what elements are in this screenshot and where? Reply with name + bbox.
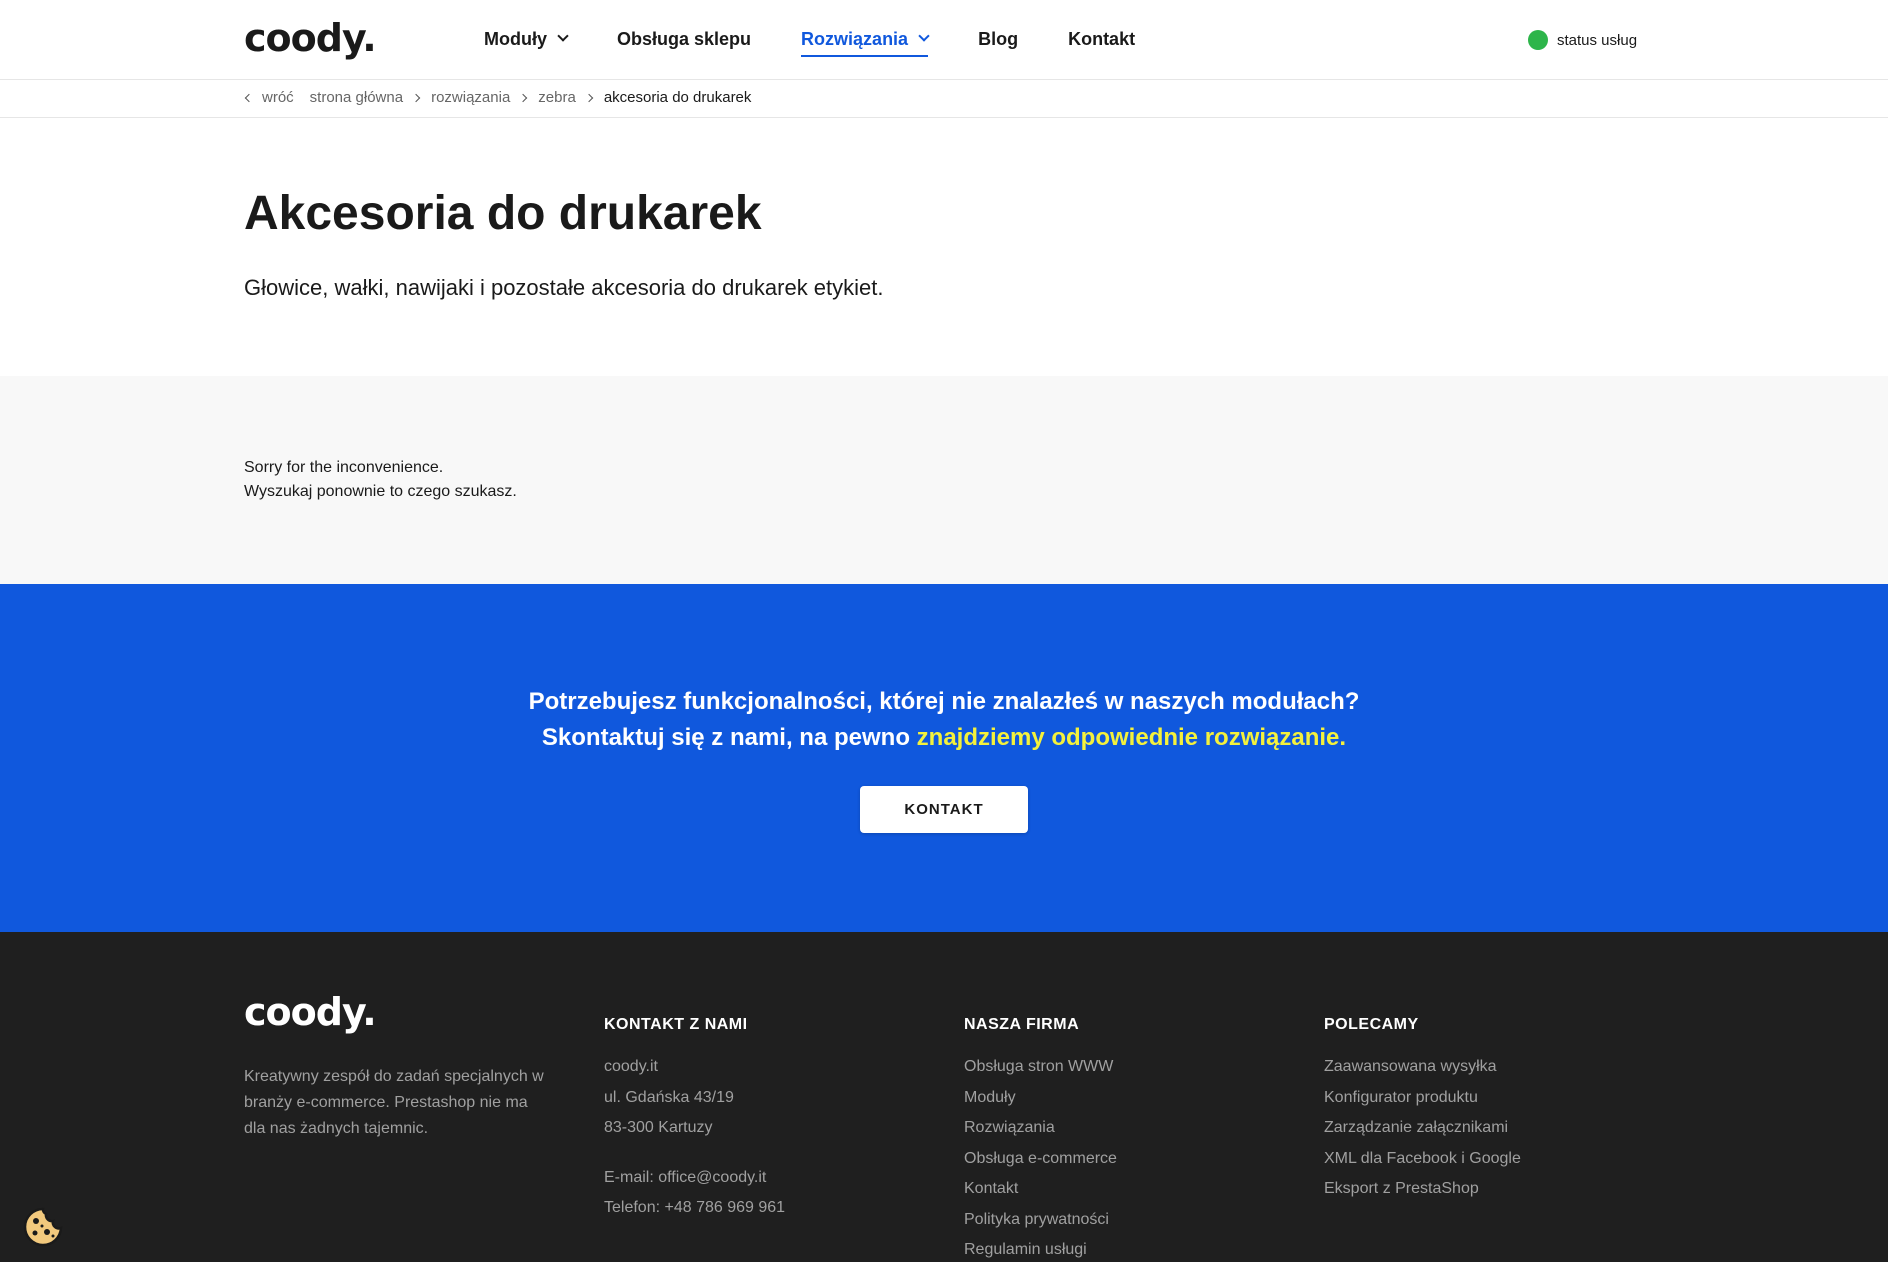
footer-link[interactable]: Rozwiązania [964, 1113, 1117, 1144]
breadcrumb-solutions-link[interactable]: rozwiązania [431, 89, 510, 106]
footer-description: Kreatywny zespół do zadań specjalnych w … [244, 1068, 544, 1137]
footer-company-name: coody.it [604, 1058, 658, 1075]
page-title: Akcesoria do drukarek [244, 187, 762, 240]
cta-text: Potrzebujesz funkcjonalności, której nie… [0, 684, 1888, 756]
contact-button[interactable]: KONTAKT [860, 786, 1028, 833]
footer-link[interactable]: Moduły [964, 1083, 1117, 1114]
page-subtitle: Głowice, wałki, nawijaki i pozostałe akc… [244, 275, 884, 300]
footer-company-column: NASZA FIRMA Obsługa stron WWW Moduły Roz… [964, 1016, 1117, 1262]
nav-item-rozwiazania[interactable]: Rozwiązania [801, 27, 930, 57]
message-line-1: Sorry for the inconvenience. [244, 459, 444, 476]
footer-link[interactable]: Obsługa e-commerce [964, 1144, 1117, 1175]
footer-contact-heading: KONTAKT Z NAMI [604, 1016, 748, 1033]
footer-link[interactable]: Polityka prywatności [964, 1205, 1117, 1236]
footer-contact-column: KONTAKT Z NAMI coody.it ul. Gdańska 43/1… [604, 1016, 785, 1224]
chevron-down-icon [557, 30, 569, 42]
contact-cta-section: Potrzebujesz funkcjonalności, której nie… [0, 584, 1888, 932]
logo-text: coody. [244, 16, 377, 60]
footer-link[interactable]: XML dla Facebook i Google [1324, 1144, 1521, 1175]
footer-company-heading: NASZA FIRMA [964, 1016, 1080, 1033]
cta-line-1: Potrzebujesz funkcjonalności, której nie… [528, 688, 1360, 715]
footer-link[interactable]: Konfigurator produktu [1324, 1083, 1521, 1114]
nav-item-moduly[interactable]: Moduły [484, 27, 569, 51]
footer-logo-text: coody. [244, 990, 377, 1034]
cookie-icon [23, 1207, 63, 1247]
nav-label: Obsługa sklepu [617, 29, 752, 49]
footer-phone-link[interactable]: Telefon: +48 786 969 961 [604, 1193, 785, 1224]
nav-item-blog[interactable]: Blog [978, 27, 1018, 51]
breadcrumb-zebra-link[interactable]: zebra [538, 89, 576, 106]
breadcrumb-back-link[interactable]: wróć [262, 89, 294, 106]
site-header: coody. Moduły Obsługa sklepu Rozwiązania… [0, 0, 1888, 80]
logo[interactable]: coody. [244, 16, 377, 60]
nav-item-kontakt[interactable]: Kontakt [1068, 27, 1135, 51]
nav-label: Kontakt [1068, 29, 1136, 49]
cta-highlight: znajdziemy odpowiednie rozwiązanie. [916, 724, 1347, 751]
nav-label: Moduły [484, 29, 547, 49]
chevron-right-icon [584, 93, 594, 102]
footer-city: 83-300 Kartuzy [604, 1119, 713, 1136]
service-status-link[interactable]: status usług [1528, 30, 1637, 50]
footer-logo[interactable]: coody. [244, 990, 377, 1034]
breadcrumb-home-link[interactable]: strona główna [310, 89, 403, 106]
chevron-left-icon [244, 93, 254, 102]
footer-link[interactable]: Zarządzanie załącznikami [1324, 1113, 1521, 1144]
breadcrumb: wróć strona główna rozwiązania zebra akc… [0, 80, 1888, 118]
footer-link[interactable]: Obsługa stron WWW [964, 1052, 1117, 1083]
footer-link[interactable]: Regulamin usługi [964, 1235, 1117, 1262]
site-footer: coody. Kreatywny zespół do zadań specjal… [0, 932, 1888, 1262]
footer-recommended-column: POLECAMY Zaawansowana wysyłka Konfigurat… [1324, 1016, 1521, 1205]
footer-recommended-heading: POLECAMY [1324, 1016, 1419, 1033]
empty-results-message: Sorry for the inconvenience. Wyszukaj po… [244, 456, 517, 504]
footer-street: ul. Gdańska 43/19 [604, 1088, 734, 1106]
status-label: status usług [1557, 31, 1638, 49]
breadcrumb-current: akcesoria do drukarek [603, 89, 752, 106]
chevron-right-icon [411, 93, 421, 102]
cta-line-2: Skontaktuj się z nami, na pewno znajdzie… [0, 720, 1888, 756]
nav-item-obsluga-sklepu[interactable]: Obsługa sklepu [617, 27, 751, 51]
message-line-2: Wyszukaj ponownie to czego szukasz. [244, 483, 517, 500]
footer-link[interactable]: Kontakt [964, 1174, 1117, 1205]
chevron-right-icon [519, 93, 528, 102]
footer-email-link[interactable]: E-mail: office@coody.it [604, 1163, 785, 1194]
empty-results-section: Sorry for the inconvenience. Wyszukaj po… [0, 376, 1888, 584]
nav-label: Rozwiązania [801, 29, 909, 49]
nav-label: Blog [978, 29, 1019, 49]
status-dot-icon [1528, 30, 1548, 50]
main-nav: Moduły Obsługa sklepu Rozwiązania Blog K… [484, 27, 1185, 57]
footer-link[interactable]: Zaawansowana wysyłka [1324, 1052, 1521, 1083]
footer-link[interactable]: Eksport z PrestaShop [1324, 1174, 1521, 1205]
cookie-settings-button[interactable] [22, 1206, 64, 1248]
cta-line-2-start: Skontaktuj się z nami, na pewno [541, 724, 910, 751]
chevron-down-icon [918, 30, 930, 42]
